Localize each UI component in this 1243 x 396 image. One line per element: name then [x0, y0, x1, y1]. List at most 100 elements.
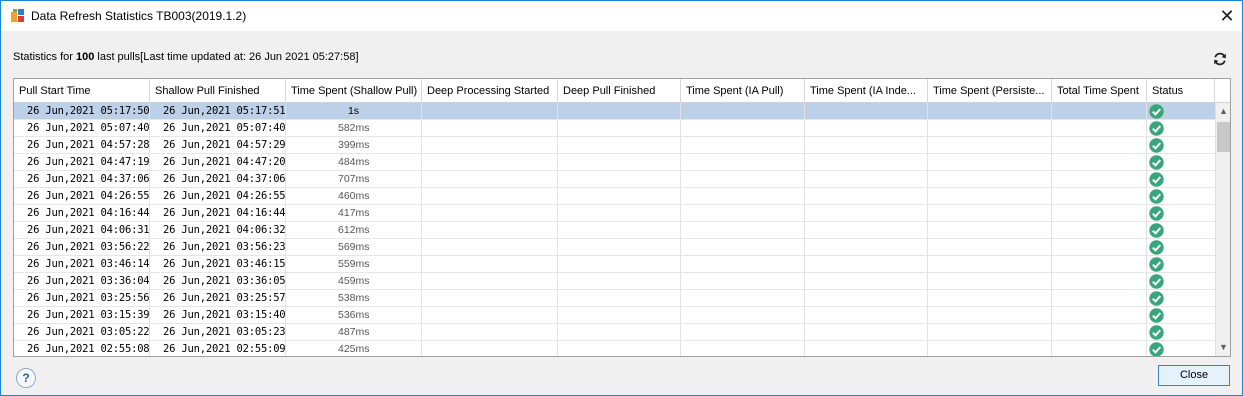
table-row[interactable]: 26 Jun,2021 05:07:40 26 Jun,2021 05:07:40…: [14, 120, 1215, 137]
time-spent-ia-pull-cell: [681, 256, 805, 273]
table-row[interactable]: 26 Jun,2021 04:57:28 26 Jun,2021 04:57:29…: [14, 137, 1215, 154]
time-spent-ia-pull-cell: [681, 103, 805, 120]
time-spent-ia-pull-cell: [681, 137, 805, 154]
deep-processing-started-cell: [422, 290, 558, 307]
deep-processing-started-cell: [422, 256, 558, 273]
col-shallow-pull-finished-header[interactable]: Shallow Pull Finished: [150, 79, 286, 103]
table-body: 26 Jun,2021 05:17:50 26 Jun,2021 05:17:51…: [14, 103, 1215, 356]
total-time-spent-cell: [1052, 171, 1147, 188]
col-total-time-spent-header[interactable]: Total Time Spent: [1052, 79, 1147, 103]
table-row[interactable]: 26 Jun,2021 03:36:04 26 Jun,2021 03:36:05…: [14, 273, 1215, 290]
pull-start-time-cell: 26 Jun,2021 03:56:22: [14, 239, 150, 256]
time-spent-shallow-cell: 707ms: [286, 171, 422, 188]
col-pull-start-time-header[interactable]: Pull Start Time: [14, 79, 150, 103]
deep-pull-finished-cell: [558, 222, 681, 239]
time-spent-ia-index-cell: [805, 137, 928, 154]
pull-start-time-cell: 26 Jun,2021 04:06:31: [14, 222, 150, 239]
table-row[interactable]: 26 Jun,2021 03:25:56 26 Jun,2021 03:25:57…: [14, 290, 1215, 307]
check-circle-icon: [1149, 104, 1164, 119]
vertical-scrollbar[interactable]: ▲ ▼: [1215, 103, 1230, 356]
col-status-header[interactable]: Status: [1147, 79, 1215, 103]
total-time-spent-cell: [1052, 120, 1147, 137]
scroll-up-arrow-icon[interactable]: ▲: [1216, 103, 1230, 120]
time-spent-persist-cell: [928, 307, 1052, 324]
stats-prefix: Statistics for: [13, 51, 76, 63]
pull-start-time-cell: 26 Jun,2021 03:05:22: [14, 324, 150, 341]
table-row[interactable]: 26 Jun,2021 04:37:06 26 Jun,2021 04:37:06…: [14, 171, 1215, 188]
status-cell: [1147, 290, 1215, 307]
deep-pull-finished-cell: [558, 273, 681, 290]
deep-processing-started-cell: [422, 273, 558, 290]
time-spent-persist-cell: [928, 205, 1052, 222]
time-spent-shallow-cell: 460ms: [286, 188, 422, 205]
deep-pull-finished-cell: [558, 341, 681, 356]
pull-start-time-cell: 26 Jun,2021 04:47:19: [14, 154, 150, 171]
pull-start-time-cell: 26 Jun,2021 05:07:40: [14, 120, 150, 137]
table-row[interactable]: 26 Jun,2021 04:06:31 26 Jun,2021 04:06:32…: [14, 222, 1215, 239]
close-button[interactable]: Close: [1158, 365, 1230, 386]
deep-pull-finished-cell: [558, 154, 681, 171]
deep-pull-finished-cell: [558, 188, 681, 205]
time-spent-ia-index-cell: [805, 290, 928, 307]
time-spent-ia-pull-cell: [681, 273, 805, 290]
shallow-pull-finished-cell: 26 Jun,2021 02:55:09: [150, 341, 286, 356]
check-circle-icon: [1149, 291, 1164, 306]
check-circle-icon: [1149, 257, 1164, 272]
time-spent-ia-pull-cell: [681, 307, 805, 324]
window-close-button[interactable]: ✕: [1214, 4, 1240, 28]
time-spent-persist-cell: [928, 256, 1052, 273]
check-circle-icon: [1149, 240, 1164, 255]
total-time-spent-cell: [1052, 103, 1147, 120]
deep-processing-started-cell: [422, 154, 558, 171]
deep-processing-started-cell: [422, 188, 558, 205]
time-spent-ia-pull-cell: [681, 341, 805, 356]
time-spent-ia-index-cell: [805, 171, 928, 188]
pull-start-time-cell: 26 Jun,2021 03:36:04: [14, 273, 150, 290]
deep-pull-finished-cell: [558, 103, 681, 120]
total-time-spent-cell: [1052, 137, 1147, 154]
deep-pull-finished-cell: [558, 290, 681, 307]
table-row[interactable]: 26 Jun,2021 04:26:55 26 Jun,2021 04:26:55…: [14, 188, 1215, 205]
time-spent-shallow-cell: 536ms: [286, 307, 422, 324]
deep-processing-started-cell: [422, 103, 558, 120]
table-row[interactable]: 26 Jun,2021 05:17:50 26 Jun,2021 05:17:51…: [14, 103, 1215, 120]
table-row[interactable]: 26 Jun,2021 03:05:22 26 Jun,2021 03:05:23…: [14, 324, 1215, 341]
pull-start-time-cell: 26 Jun,2021 03:25:56: [14, 290, 150, 307]
col-deep-processing-started-header[interactable]: Deep Processing Started: [422, 79, 558, 103]
time-spent-ia-pull-cell: [681, 239, 805, 256]
scroll-down-arrow-icon[interactable]: ▼: [1216, 339, 1230, 356]
shallow-pull-finished-cell: 26 Jun,2021 03:36:05: [150, 273, 286, 290]
col-time-spent-ia-pull-header[interactable]: Time Spent (IA Pull): [681, 79, 805, 103]
time-spent-ia-index-cell: [805, 222, 928, 239]
time-spent-ia-index-cell: [805, 154, 928, 171]
time-spent-ia-index-cell: [805, 324, 928, 341]
time-spent-ia-index-cell: [805, 273, 928, 290]
pull-start-time-cell: 26 Jun,2021 04:16:44: [14, 205, 150, 222]
table-row[interactable]: 26 Jun,2021 04:16:44 26 Jun,2021 04:16:44…: [14, 205, 1215, 222]
time-spent-ia-pull-cell: [681, 324, 805, 341]
status-cell: [1147, 154, 1215, 171]
total-time-spent-cell: [1052, 205, 1147, 222]
time-spent-persist-cell: [928, 273, 1052, 290]
time-spent-shallow-cell: 484ms: [286, 154, 422, 171]
col-time-spent-shallow-header[interactable]: Time Spent (Shallow Pull): [286, 79, 422, 103]
status-cell: [1147, 256, 1215, 273]
table-row[interactable]: 26 Jun,2021 03:46:14 26 Jun,2021 03:46:15…: [14, 256, 1215, 273]
table-row[interactable]: 26 Jun,2021 04:47:19 26 Jun,2021 04:47:20…: [14, 154, 1215, 171]
shallow-pull-finished-cell: 26 Jun,2021 03:25:57: [150, 290, 286, 307]
check-circle-icon: [1149, 189, 1164, 204]
time-spent-ia-pull-cell: [681, 222, 805, 239]
col-deep-pull-finished-header[interactable]: Deep Pull Finished: [558, 79, 681, 103]
refresh-icon[interactable]: [1212, 51, 1228, 67]
help-button[interactable]: ?: [16, 368, 36, 388]
col-time-spent-ia-index-header[interactable]: Time Spent (IA Inde...: [805, 79, 928, 103]
total-time-spent-cell: [1052, 324, 1147, 341]
shallow-pull-finished-cell: 26 Jun,2021 04:26:55: [150, 188, 286, 205]
table-row[interactable]: 26 Jun,2021 02:55:08 26 Jun,2021 02:55:09…: [14, 341, 1215, 356]
scrollbar-thumb[interactable]: [1217, 122, 1230, 152]
table-row[interactable]: 26 Jun,2021 03:15:39 26 Jun,2021 03:15:40…: [14, 307, 1215, 324]
time-spent-ia-index-cell: [805, 188, 928, 205]
check-circle-icon: [1149, 121, 1164, 136]
col-time-spent-persist-header[interactable]: Time Spent (Persiste...: [928, 79, 1052, 103]
table-row[interactable]: 26 Jun,2021 03:56:22 26 Jun,2021 03:56:23…: [14, 239, 1215, 256]
